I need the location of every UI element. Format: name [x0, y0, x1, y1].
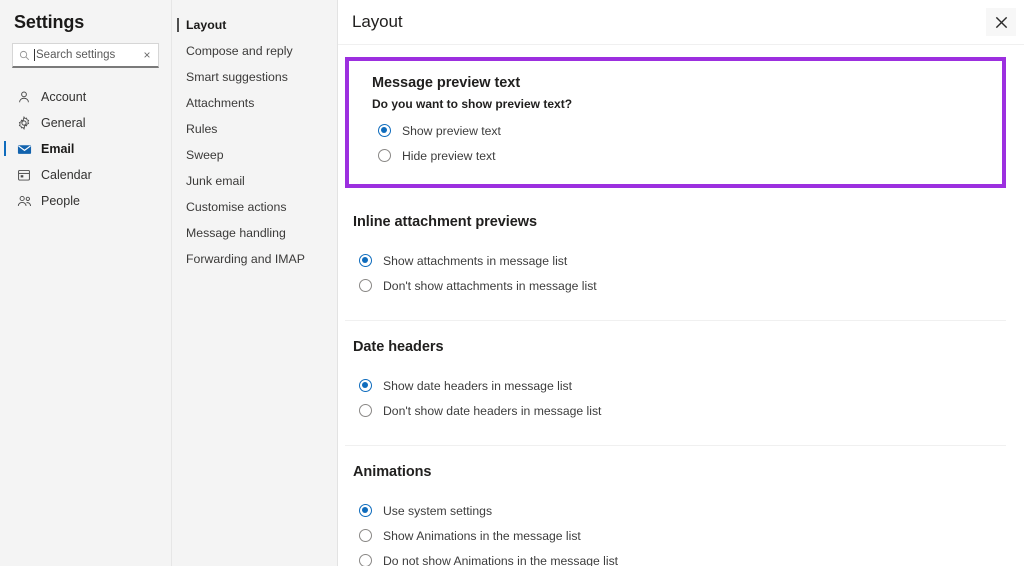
radio-show-date-headers[interactable]: Show date headers in message list: [353, 373, 1006, 398]
radio-label: Hide preview text: [402, 148, 496, 163]
radio-label: Use system settings: [383, 503, 493, 518]
subnav-item-label: Compose and reply: [186, 44, 293, 58]
main-content: Layout Message preview text Do you want …: [338, 0, 1024, 566]
radio-indicator: [359, 279, 372, 292]
section-body: Message preview text Do you want to show…: [357, 75, 1002, 168]
subnav-item-label: Smart suggestions: [186, 70, 288, 84]
subnav-item-layout[interactable]: Layout: [172, 12, 337, 38]
section-animations: Animations Use system settings Show Anim…: [345, 445, 1006, 566]
section-title: Message preview text: [372, 75, 521, 91]
subnav-item-label: Forwarding and IMAP: [186, 252, 305, 266]
settings-title: Settings: [14, 12, 85, 32]
search-settings-wrapper: Search settings ×: [12, 43, 159, 68]
radio-label: Show attachments in message list: [383, 253, 568, 268]
radio-label: Show Animations in the message list: [383, 528, 581, 543]
sidebar-item-people[interactable]: People: [0, 188, 171, 214]
radio-show-preview-text[interactable]: Show preview text: [372, 118, 1002, 143]
subnav-item-label: Message handling: [186, 226, 286, 240]
people-icon: [16, 193, 32, 209]
clear-search-icon[interactable]: ×: [141, 49, 153, 61]
radio-label: Don't show attachments in message list: [383, 278, 597, 293]
radio-indicator: [359, 529, 372, 542]
radio-hide-preview-text[interactable]: Hide preview text: [372, 143, 1002, 168]
subnav-item-smart-suggestions[interactable]: Smart suggestions: [172, 64, 337, 90]
search-icon: [18, 49, 31, 62]
radio-do-not-show-animations[interactable]: Do not show Animations in the message li…: [353, 548, 1006, 566]
selection-indicator: [4, 141, 6, 156]
search-placeholder: Search settings: [36, 49, 116, 61]
subnav-item-label: Junk email: [186, 174, 245, 188]
email-subnav: Layout Compose and reply Smart suggestio…: [172, 0, 338, 566]
sidebar-item-label: Calendar: [41, 168, 92, 182]
radio-indicator: [359, 404, 372, 417]
subnav-item-label: Rules: [186, 122, 218, 136]
sidebar-item-account[interactable]: Account: [0, 84, 171, 110]
sidebar-item-label: Account: [41, 90, 87, 104]
search-input[interactable]: Search settings ×: [12, 43, 159, 68]
subnav-item-message-handling[interactable]: Message handling: [172, 220, 337, 246]
section-title: Inline attachment previews: [353, 214, 538, 230]
person-icon: [16, 89, 32, 105]
radio-show-animations[interactable]: Show Animations in the message list: [353, 523, 1006, 548]
subnav-item-label: Customise actions: [186, 200, 287, 214]
subnav-item-label: Attachments: [186, 96, 255, 110]
radio-indicator: [359, 254, 372, 267]
radio-label: Show date headers in message list: [383, 378, 573, 393]
radio-indicator: [359, 554, 372, 566]
radio-show-attachments[interactable]: Show attachments in message list: [353, 248, 1006, 273]
radio-label: Show preview text: [402, 123, 501, 138]
subnav-item-sweep[interactable]: Sweep: [172, 142, 337, 168]
sidebar-item-calendar[interactable]: Calendar: [0, 162, 171, 188]
calendar-icon: [16, 167, 32, 183]
close-icon: [994, 15, 1009, 30]
subnav-item-forwarding-and-imap[interactable]: Forwarding and IMAP: [172, 246, 337, 272]
content-header: Layout: [338, 0, 1024, 45]
page-title: Layout: [352, 12, 403, 31]
sidebar-item-label: Email: [41, 142, 75, 156]
subnav-item-label: Sweep: [186, 148, 224, 162]
radio-indicator: [378, 149, 391, 162]
subnav-item-customise-actions[interactable]: Customise actions: [172, 194, 337, 220]
sidebar-item-label: People: [41, 194, 80, 208]
radio-dont-show-attachments[interactable]: Don't show attachments in message list: [353, 273, 1006, 298]
section-question: Do you want to show preview text?: [372, 97, 573, 111]
section-inline-attachment-previews: Inline attachment previews Show attachme…: [345, 188, 1006, 298]
envelope-icon: [16, 141, 32, 157]
section-title: Date headers: [353, 339, 444, 355]
radio-indicator: [378, 124, 391, 137]
section-title: Animations: [353, 464, 432, 480]
radio-label: Don't show date headers in message list: [383, 403, 602, 418]
radio-dont-show-date-headers[interactable]: Don't show date headers in message list: [353, 398, 1006, 423]
subnav-item-compose-and-reply[interactable]: Compose and reply: [172, 38, 337, 64]
settings-dialog: Settings Search settings × Account Gener…: [0, 0, 1024, 566]
gear-icon: [16, 115, 32, 131]
radio-label: Do not show Animations in the message li…: [383, 553, 619, 566]
subnav-item-attachments[interactable]: Attachments: [172, 90, 337, 116]
radio-indicator: [359, 379, 372, 392]
settings-sidebar: Settings Search settings × Account Gener…: [0, 0, 172, 566]
subnav-item-rules[interactable]: Rules: [172, 116, 337, 142]
sidebar-item-email[interactable]: Email: [0, 136, 171, 162]
subnav-item-label: Layout: [186, 18, 227, 32]
section-message-preview-text: Message preview text Do you want to show…: [345, 57, 1006, 188]
selection-indicator: [177, 18, 179, 32]
sidebar-nav: Account General Email Calendar People: [0, 84, 171, 214]
radio-indicator: [359, 504, 372, 517]
subnav-item-junk-email[interactable]: Junk email: [172, 168, 337, 194]
close-button[interactable]: [986, 8, 1016, 36]
settings-sections: Message preview text Do you want to show…: [338, 57, 1024, 566]
sidebar-item-label: General: [41, 116, 86, 130]
radio-use-system-settings[interactable]: Use system settings: [353, 498, 1006, 523]
sidebar-item-general[interactable]: General: [0, 110, 171, 136]
section-date-headers: Date headers Show date headers in messag…: [345, 320, 1006, 423]
